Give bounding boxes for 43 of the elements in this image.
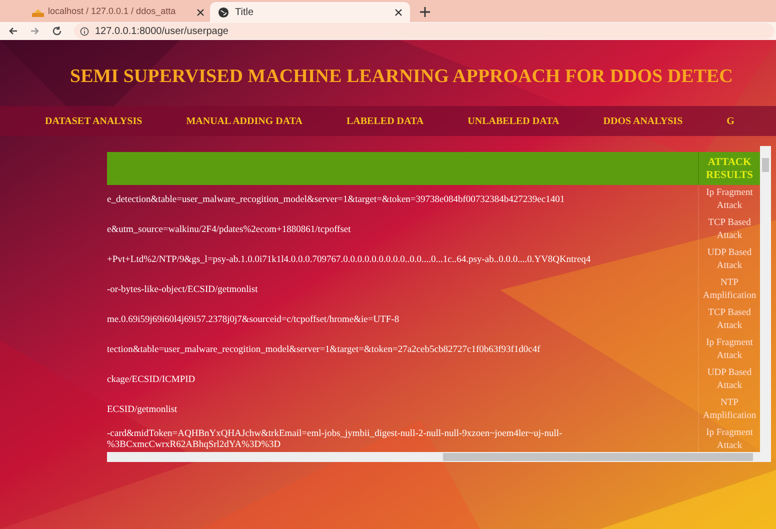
info-icon [80, 26, 89, 36]
table-cell-text: Ip Fragment Attack [705, 337, 754, 363]
nav-link[interactable]: G [726, 114, 734, 128]
reload-icon[interactable] [52, 26, 62, 36]
vertical-scrollbar[interactable] [760, 146, 771, 462]
table-cell: e_detection&table=user_malware_recogition_model&server=1&target=&token=39738e084bf00732384b427239ec1401 [107, 194, 565, 206]
table-cell: -card&midToken=AQHBnYxQHAJchw&trkEmail=eml-jobs_jymbii_digest-null-2-null-null-9xzoen~joem4ler~uj-null- %3BCxmcCwrxR62ABhqSrl2dYA%3D%3D [107, 429, 562, 451]
close-icon[interactable] [395, 8, 402, 16]
table-cell-text: Ip Fragment Attack [705, 187, 754, 213]
table-cell: me.0.69i59j69i60l4j69i57.2378j0j7&sourceid=c/tcpoffset/hrome&ie=UTF-8 [107, 314, 400, 326]
table-cell: tection&table=user_malware_recogition_model&server=1&target=&token=27a2ceb5cb82727c1f0b63f93f1d0c4f [107, 344, 540, 356]
table-cell-text: NTP Amplification [702, 397, 758, 423]
table-cell-text: TCP Based Attack [707, 217, 752, 243]
url-text: 127.0.0.1:8000/user/userpage [95, 24, 228, 38]
nav-link[interactable]: LABELED DATA [346, 114, 424, 128]
table-cell-text: TCP Based Attack [707, 307, 752, 333]
forward-icon[interactable] [30, 26, 40, 36]
table-cell-text: UDP Based Attack [706, 247, 753, 273]
address-bar[interactable]: 127.0.0.1:8000/user/userpage [74, 23, 774, 39]
close-icon[interactable] [197, 8, 204, 16]
globe-icon [218, 6, 229, 18]
back-icon[interactable] [8, 26, 18, 36]
table-cell-text: NTP Amplification [702, 277, 758, 303]
nav-link[interactable]: DATASET ANALYSIS [45, 114, 142, 128]
table-cell-text: Ip Fragment Attack [705, 427, 754, 453]
nav-link[interactable]: MANUAL ADDING DATA [186, 114, 302, 128]
browser-tab[interactable]: localhost / 127.0.0.1 / ddos_atta [28, 2, 208, 22]
horizontal-scrollbar[interactable] [107, 452, 760, 462]
nav-link[interactable]: DDOS ANALYSIS [603, 114, 683, 128]
table-cell: ckage/ECSID/ICMPID [107, 374, 196, 386]
database-icon [32, 8, 44, 16]
column-header: ATTACK RESULTS [705, 156, 754, 182]
tab-title: localhost / 127.0.0.1 / ddos_atta [48, 5, 177, 18]
table-cell: e&utm_source=walkinu/2F4/pdates%2ecom+1880861/tcpoffset [107, 224, 351, 236]
browser-tab[interactable]: Title [210, 2, 410, 22]
table-cell-text: UDP Based Attack [706, 367, 753, 393]
table-cell: ECSID/getmonlist [107, 404, 178, 416]
nav-link[interactable]: UNLABELED DATA [468, 114, 560, 128]
tab-title: Title [235, 6, 255, 20]
table-cell: +Pvt+Ltd%2/NTP/9&gs_l=psy-ab.1.0.0i71k1l4.0.0.0.709767.0.0.0.0.0.0.0.0.0..0.0....0...1c..64.psy-ab..0.0.0....0.YV8QKntreq4 [107, 254, 591, 266]
page-title: SEMI SUPERVISED MACHINE LEARNING APPROACH FOR DDOS DETEC [70, 65, 734, 89]
new-tab-icon[interactable] [420, 7, 430, 17]
table-cell: -or-bytes-like-object/ECSID/getmonlist [107, 284, 258, 296]
